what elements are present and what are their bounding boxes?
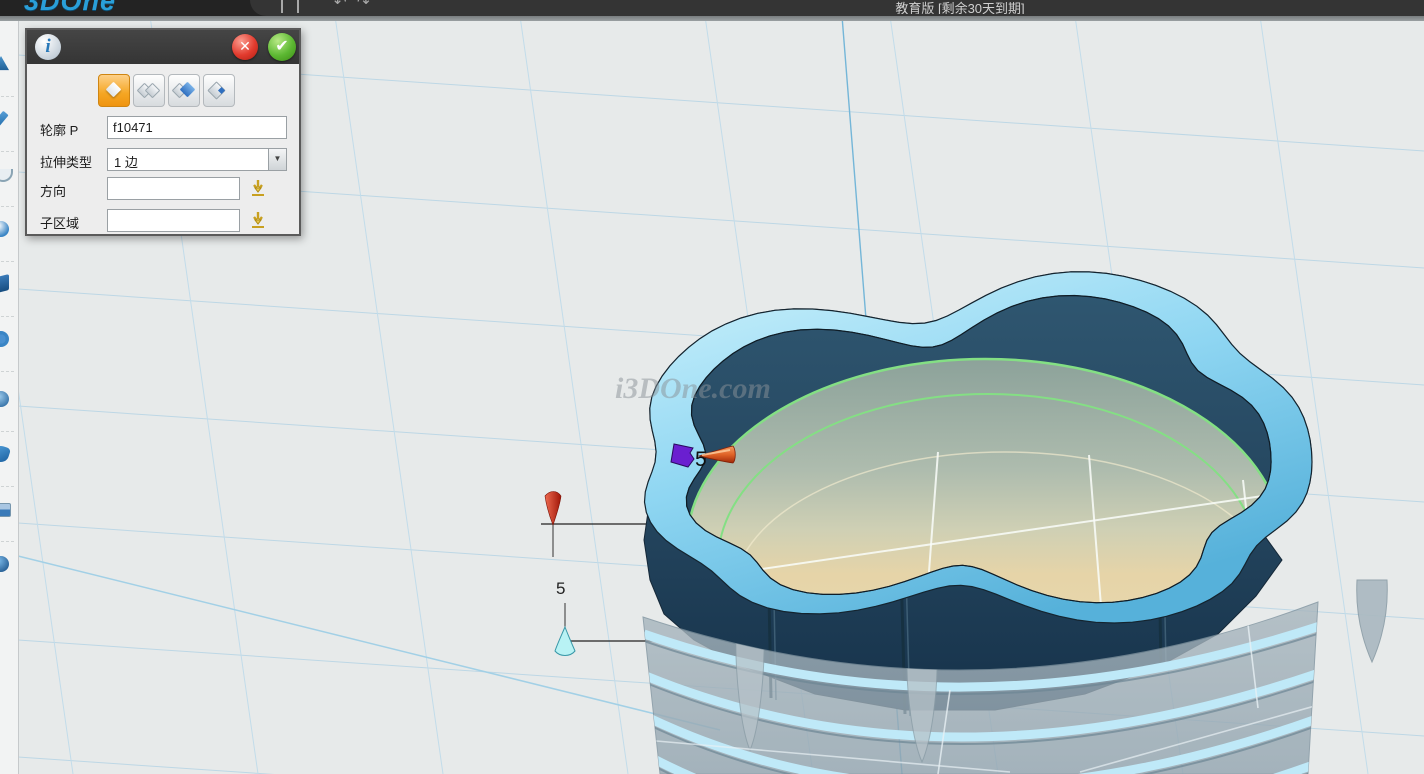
sidebar-separator [1, 261, 14, 262]
document-icon[interactable] [281, 0, 303, 13]
option-extrude-to-point[interactable] [203, 74, 235, 107]
extrude-option-row [98, 74, 235, 107]
sidebar-tool-4[interactable] [0, 215, 18, 249]
sidebar-tool-3[interactable] [0, 160, 18, 194]
tool-icon-7 [0, 391, 9, 407]
option-extrude-one-side[interactable] [98, 74, 130, 107]
sidebar-tool-8[interactable] [0, 440, 18, 474]
extrude-type-select[interactable]: 1 边 ▼ [107, 148, 287, 171]
pick-subregion-icon[interactable] [249, 210, 267, 230]
tool-icon-6 [0, 331, 9, 347]
sidebar-separator [1, 486, 14, 487]
app-logo: 3DOne [24, 0, 194, 16]
dimension-value[interactable]: 5 [556, 579, 565, 598]
diamond-icon [106, 82, 122, 98]
profile-input[interactable] [107, 116, 287, 139]
cancel-button[interactable]: ✕ [232, 34, 258, 60]
sidebar-separator [1, 151, 14, 152]
sidebar-separator [1, 541, 14, 542]
tool-icon-1 [0, 56, 9, 72]
pick-direction-icon[interactable] [249, 178, 267, 198]
info-icon[interactable]: i [35, 34, 61, 60]
left-toolbar [0, 21, 19, 774]
confirm-button[interactable]: ✔ [268, 33, 296, 61]
titlebar: 3DOne ↶ ↷ 教育版 [剩余30天到期] [0, 0, 1424, 16]
sidebar-separator [1, 206, 14, 207]
sidebar-tool-10[interactable] [0, 550, 18, 584]
profile-label: 轮廓 P [40, 120, 78, 139]
extrude-dialog: i ✕ ✔ 轮廓 P 拉伸类型 [25, 28, 301, 236]
sidebar-separator [1, 316, 14, 317]
sidebar-tool-6[interactable] [0, 325, 18, 359]
tool-icon-2 [0, 111, 9, 129]
watermark: i3DOne.com [615, 372, 771, 405]
sidebar-tool-2[interactable] [0, 105, 18, 139]
sidebar-tool-9[interactable] [0, 495, 18, 529]
tool-icon-10 [0, 556, 9, 572]
sidebar-tool-7[interactable] [0, 385, 18, 419]
sidebar-separator [1, 96, 14, 97]
tool-icon-5 [0, 274, 9, 294]
sidebar-separator [1, 431, 14, 432]
dialog-titlebar[interactable] [27, 30, 299, 64]
tool-icon-4 [0, 221, 9, 237]
application-window: 5 i3DOne.com 5 3DOne ↶ ↷ 教育版 [剩余30天到期] i ✕… [0, 0, 1424, 774]
window-title: 教育版 [剩余30天到期] [780, 0, 1140, 14]
tool-icon-8 [0, 444, 11, 464]
undo-icon[interactable]: ↶ [334, 0, 354, 13]
option-extrude-two-sides[interactable] [133, 74, 165, 107]
tool-icon-9 [0, 503, 11, 517]
tool-icon-3 [0, 169, 13, 182]
extrude-type-value: 1 边 [114, 152, 138, 171]
chevron-down-icon[interactable]: ▼ [268, 149, 286, 170]
offset-handle-value[interactable]: 5 [695, 448, 707, 471]
sidebar-tool-1[interactable] [0, 50, 18, 84]
direction-input[interactable] [107, 177, 240, 200]
sidebar-tool-5[interactable] [0, 270, 18, 304]
titlebar-strip [0, 16, 1424, 21]
option-extrude-symmetric[interactable] [168, 74, 200, 107]
direction-label: 方向 [40, 181, 66, 200]
redo-icon[interactable]: ↷ [357, 0, 377, 13]
sidebar-separator [1, 371, 14, 372]
subregion-input[interactable] [107, 209, 240, 232]
extrude-type-label: 拉伸类型 [40, 152, 92, 171]
subregion-label: 子区域 [40, 213, 79, 232]
